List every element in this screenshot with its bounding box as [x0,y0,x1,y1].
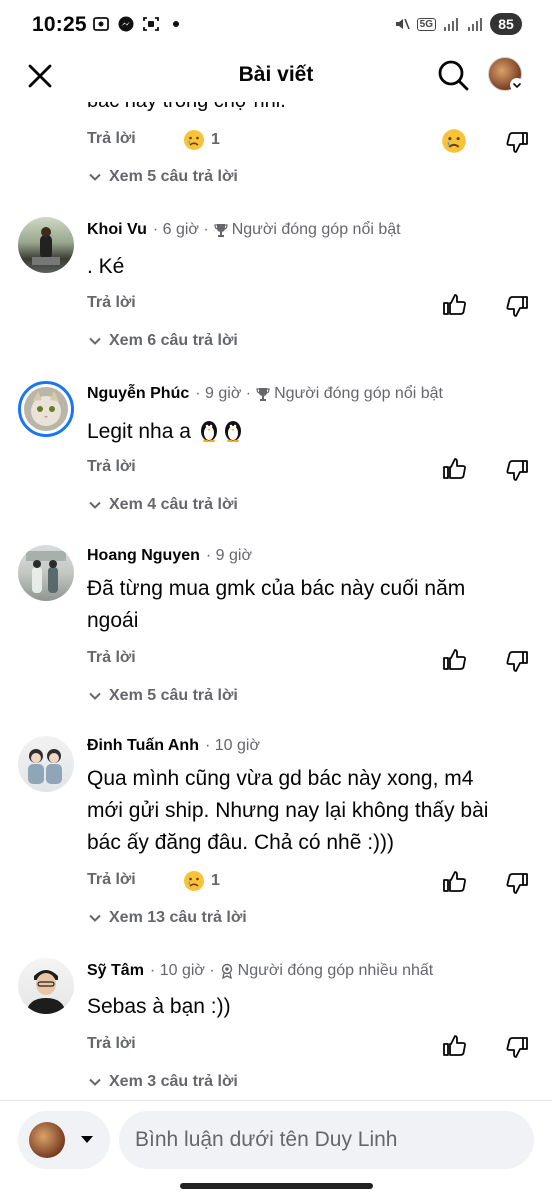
avatar-with-story-ring[interactable] [18,381,74,437]
comment-actions: Trả lời [87,871,136,889]
avatar-photo [26,551,66,593]
chevron-down-icon [89,1078,101,1086]
avatar[interactable] [18,217,74,273]
comment-time: · 9 giờ · [195,385,252,402]
see-replies-link[interactable]: Xem 13 câu trả lời [87,909,247,927]
comment-text: Qua mình cũng vừa gd bác này xong, m4 mớ… [87,763,527,859]
upvote-icon[interactable] [441,647,467,673]
comment-text-line: Đã từng mua gmk của bác này cuối năm [87,577,466,600]
comment-actions: Trả lời [87,130,136,148]
comments-feed[interactable]: bác này trong chợ nhỉ. Trả lời 1 Xem 5 c… [0,0,552,1100]
reaction-summary[interactable]: 1 [183,870,220,892]
comment-text-line: mới gửi ship. Nhưng nay lại không thấy b… [87,799,489,822]
reply-button[interactable]: Trả lời [87,871,136,889]
comment-composer-bar: Bình luận dưới tên Duy Linh [0,1100,552,1196]
comment-time: · 10 giờ [204,737,260,754]
comment-time: · 10 giờ · [149,962,215,979]
reply-button[interactable]: Trả lời [87,458,136,476]
comment-time: · 6 giờ · [152,221,209,238]
comment-actions: Trả lời [87,1035,136,1053]
comment-header: Sỹ Tâm · 10 giờ · Người đóng góp nhiều n… [87,962,433,980]
comment-header: Hoang Nguyen · 9 giờ [87,547,252,565]
reaction-summary[interactable]: 1 [183,129,220,151]
avatar[interactable] [18,736,74,792]
comment-text: Sebas à bạn :)) [87,995,231,1018]
reaction-count: 1 [211,872,220,889]
comment-text-line: ngoái [87,609,139,632]
caret-down-icon [81,1136,93,1143]
author-name[interactable]: Nguyễn Phúc [87,385,189,403]
author-name[interactable]: Đinh Tuấn Anh [87,737,199,755]
comment-text-line: bác ấy đăng đâu. Chả có nhẽ :))) [87,831,395,854]
see-replies-link[interactable]: Xem 6 câu trả lời [87,332,238,350]
reply-button[interactable]: Trả lời [87,649,136,667]
reply-button[interactable]: Trả lời [87,1035,136,1053]
comment-text: Legit nha a [87,416,527,448]
home-indicator[interactable] [180,1183,373,1189]
author-name[interactable]: Sỹ Tâm [87,962,144,980]
rising-contributor-icon [221,963,232,979]
avatar [29,1122,65,1158]
contributor-badge: Người đóng góp nổi bật [274,385,443,402]
comment-header: Đinh Tuấn Anh · 10 giờ [87,737,260,755]
upvote-icon[interactable] [441,456,467,482]
top-app-bar: Bài viết [0,50,552,102]
upvote-icon[interactable] [441,1033,467,1059]
avatar-photo [26,970,66,1014]
downvote-icon[interactable] [504,457,530,483]
chevron-down-icon [89,337,101,345]
trophy-icon [256,388,270,401]
reply-button[interactable]: Trả lời [87,130,136,148]
comment-text-content: Legit nha a [87,420,191,443]
comment-text: . Ké [87,255,125,278]
comment-header: Nguyễn Phúc · 9 giờ · Người đóng góp nổi… [87,385,443,403]
comment-input[interactable]: Bình luận dưới tên Duy Linh [119,1111,534,1169]
contributor-badge: Người đóng góp nhiều nhất [237,962,434,979]
see-replies-link[interactable]: Xem 4 câu trả lời [87,496,238,514]
downvote-icon[interactable] [504,129,530,155]
chevron-down-icon [510,78,524,92]
avatar-photo [32,227,60,265]
upvote-icon[interactable] [441,292,467,318]
comment-actions: Trả lời [87,294,136,312]
avatar-photo [28,749,62,784]
reply-button[interactable]: Trả lời [87,294,136,312]
sad-reaction-button[interactable] [441,128,467,154]
comment-time: · 9 giờ [205,547,252,564]
author-name[interactable]: Khoi Vu [87,221,147,239]
see-replies-link[interactable]: Xem 5 câu trả lời [87,168,238,186]
downvote-icon[interactable] [504,1034,530,1060]
downvote-icon[interactable] [504,293,530,319]
comment-text: Đã từng mua gmk của bác này cuối năm ngo… [87,573,527,637]
comment-actions: Trả lời [87,458,136,476]
reaction-count: 1 [211,131,220,148]
chevron-down-icon [89,692,101,700]
avatar-photo [24,387,68,431]
comment-actions: Trả lời [87,649,136,667]
contributor-badge: Người đóng góp nổi bật [231,221,401,238]
see-replies-link[interactable]: Xem 5 câu trả lời [87,687,238,705]
penguin-emoji [224,421,241,442]
search-icon[interactable] [436,58,470,92]
chevron-down-icon [89,501,101,509]
upvote-icon[interactable] [441,869,467,895]
author-name[interactable]: Hoang Nguyen [87,547,200,565]
comment-text-line: Qua mình cũng vừa gd bác này xong, m4 [87,767,474,790]
downvote-icon[interactable] [504,870,530,896]
avatar[interactable] [18,545,74,601]
penguin-emoji [200,421,217,442]
sad-reaction-icon [184,130,204,150]
comment-header: Khoi Vu · 6 giờ · Người đóng góp nổi bật [87,221,401,239]
see-replies-link[interactable]: Xem 3 câu trả lời [87,1073,238,1091]
trophy-icon [214,224,228,237]
sad-reaction-icon [184,871,204,891]
downvote-icon[interactable] [504,648,530,674]
chevron-down-icon [89,173,101,181]
chevron-down-icon [89,914,101,922]
identity-switcher[interactable] [18,1111,110,1169]
avatar[interactable] [18,958,74,1014]
